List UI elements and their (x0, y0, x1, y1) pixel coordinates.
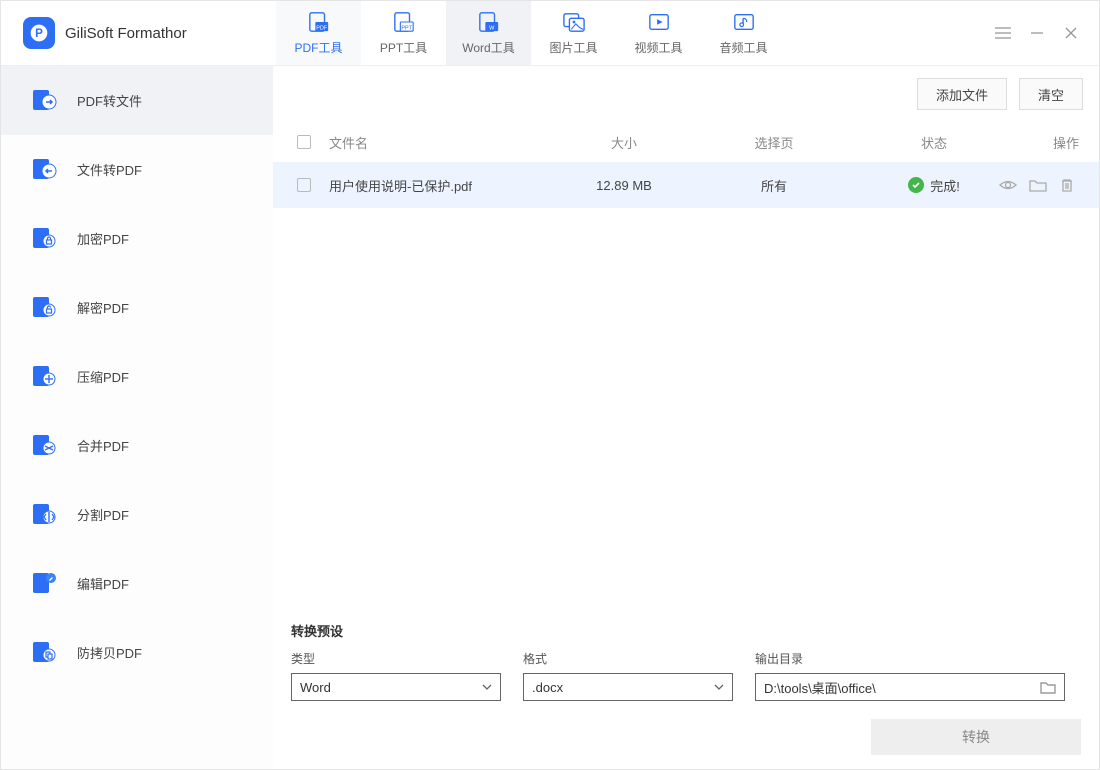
tab-pdf[interactable]: PDF PDF工具 (276, 1, 361, 65)
preset-title: 转换预设 (291, 621, 1081, 640)
menu-button[interactable] (995, 25, 1011, 41)
sidebar-item-label: 解密PDF (77, 298, 129, 317)
tab-video[interactable]: 视频工具 (616, 1, 701, 65)
sidebar-item-split-pdf[interactable]: 分割PDF (1, 480, 273, 549)
sidebar-item-compress-pdf[interactable]: 压缩PDF (1, 342, 273, 411)
header: P GiliSoft Formathor PDF PDF工具 PPT PPT工具… (1, 1, 1099, 66)
sidebar-item-label: 文件转PDF (77, 160, 142, 179)
sidebar-item-label: 分割PDF (77, 505, 129, 524)
sidebar-item-label: 防拷贝PDF (77, 643, 142, 662)
cell-name: 用户使用说明-已保护.pdf (329, 176, 549, 195)
app-title: GiliSoft Formathor (65, 25, 187, 42)
file-to-pdf-icon (29, 157, 59, 183)
chevron-down-icon (482, 684, 492, 690)
type-select[interactable]: Word (291, 673, 501, 701)
pdf-tool-icon: PDF (306, 11, 332, 33)
window-controls (995, 1, 1099, 65)
type-label: 类型 (291, 650, 501, 667)
cell-actions (1019, 177, 1099, 193)
conversion-preset: 转换预设 类型 Word 格式 .docx (273, 603, 1099, 769)
sidebar-item-encrypt-pdf[interactable]: 加密PDF (1, 204, 273, 273)
pdf-to-file-icon (29, 88, 59, 114)
folder-icon[interactable] (1040, 680, 1056, 694)
close-button[interactable] (1063, 25, 1079, 41)
svg-text:P: P (35, 27, 43, 40)
cell-size: 12.89 MB (549, 178, 699, 193)
toolbar: 添加文件 清空 (273, 66, 1099, 122)
sidebar-item-anticopy-pdf[interactable]: 防拷贝PDF (1, 618, 273, 687)
add-file-button[interactable]: 添加文件 (917, 78, 1007, 110)
ppt-tool-icon: PPT (391, 11, 417, 33)
outdir-label: 输出目录 (755, 650, 1065, 667)
header-pages: 选择页 (699, 133, 849, 152)
select-all-checkbox[interactable] (297, 135, 311, 149)
sidebar-item-label: 加密PDF (77, 229, 129, 248)
image-tool-icon (561, 11, 587, 33)
tab-audio[interactable]: 音频工具 (701, 1, 786, 65)
main-panel: 添加文件 清空 文件名 大小 选择页 状态 操作 用户使用说明-已保护.pdf … (273, 66, 1099, 769)
tab-ppt[interactable]: PPT PPT工具 (361, 1, 446, 65)
header-action: 操作 (1019, 133, 1099, 152)
sidebar-item-edit-pdf[interactable]: 编辑PDF (1, 549, 273, 618)
decrypt-pdf-icon (29, 295, 59, 321)
sidebar-item-pdf-to-file[interactable]: PDF转文件 (1, 66, 273, 135)
table-row[interactable]: 用户使用说明-已保护.pdf 12.89 MB 所有 完成! (273, 162, 1099, 208)
preview-icon[interactable] (999, 177, 1015, 193)
header-size: 大小 (549, 133, 699, 152)
convert-button[interactable]: 转换 (871, 719, 1081, 755)
header-name: 文件名 (329, 133, 549, 152)
open-folder-icon[interactable] (1029, 177, 1045, 193)
row-checkbox[interactable] (297, 178, 311, 192)
encrypt-pdf-icon (29, 226, 59, 252)
edit-pdf-icon (29, 571, 59, 597)
header-status: 状态 (849, 133, 1019, 152)
audio-tool-icon (731, 11, 757, 33)
sidebar-item-label: 编辑PDF (77, 574, 129, 593)
body: PDF转文件 文件转PDF 加密PDF 解密PDF 压缩PDF (1, 66, 1099, 769)
format-label: 格式 (523, 650, 733, 667)
chevron-down-icon (714, 684, 724, 690)
anticopy-pdf-icon (29, 640, 59, 666)
sidebar-item-merge-pdf[interactable]: 合并PDF (1, 411, 273, 480)
sidebar-item-label: 压缩PDF (77, 367, 129, 386)
top-tabs: PDF PDF工具 PPT PPT工具 W Word工具 图片工具 (276, 1, 995, 65)
svg-text:PPT: PPT (401, 25, 412, 31)
app-logo-icon: P (23, 17, 55, 49)
sidebar-item-label: PDF转文件 (77, 91, 142, 110)
sidebar-item-label: 合并PDF (77, 436, 129, 455)
svg-text:PDF: PDF (316, 25, 328, 31)
clear-button[interactable]: 清空 (1019, 78, 1083, 110)
format-select[interactable]: .docx (523, 673, 733, 701)
minimize-button[interactable] (1029, 25, 1045, 41)
cell-status: 完成! (849, 176, 1019, 195)
video-tool-icon (646, 11, 672, 33)
logo-area: P GiliSoft Formathor (1, 1, 276, 65)
sidebar-item-decrypt-pdf[interactable]: 解密PDF (1, 273, 273, 342)
delete-icon[interactable] (1059, 177, 1075, 193)
tab-word[interactable]: W Word工具 (446, 1, 531, 65)
table-header: 文件名 大小 选择页 状态 操作 (273, 122, 1099, 162)
sidebar: PDF转文件 文件转PDF 加密PDF 解密PDF 压缩PDF (1, 66, 273, 769)
cell-pages: 所有 (699, 176, 849, 195)
check-circle-icon (908, 177, 924, 193)
svg-text:W: W (489, 25, 495, 31)
split-pdf-icon (29, 502, 59, 528)
word-tool-icon: W (476, 11, 502, 33)
tab-image[interactable]: 图片工具 (531, 1, 616, 65)
outdir-input[interactable]: D:\tools\桌面\office\ (755, 673, 1065, 701)
merge-pdf-icon (29, 433, 59, 459)
compress-pdf-icon (29, 364, 59, 390)
sidebar-item-file-to-pdf[interactable]: 文件转PDF (1, 135, 273, 204)
